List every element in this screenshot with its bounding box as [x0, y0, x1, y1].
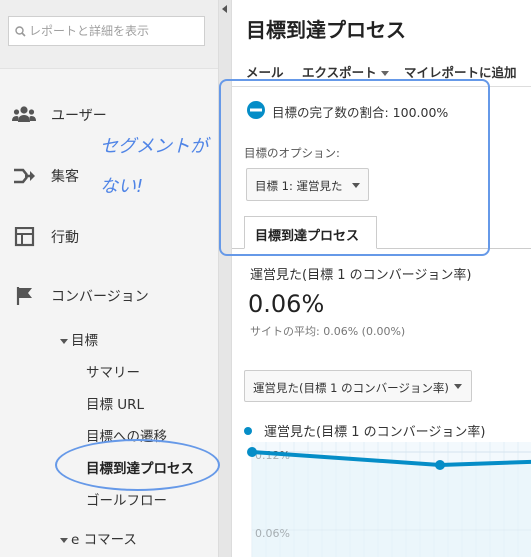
report-toolbar: メール エクスポート マイレポートに追加 — [232, 56, 531, 87]
site-average-label: サイトの平均: — [250, 325, 320, 338]
sidebar-item-goal-urls[interactable]: 目標 URL — [86, 393, 144, 413]
data-point[interactable] — [435, 460, 445, 470]
sidebar-item-label: コンバージョン — [51, 289, 149, 305]
expand-triangle-icon — [60, 338, 68, 344]
sidebar-item-goal-flow[interactable]: ゴールフロー — [86, 489, 167, 509]
metric-value: 0.06% — [248, 290, 325, 318]
add-to-my-reports-button[interactable]: マイレポートに追加 — [404, 62, 517, 81]
sidebar-item-label: 行動 — [51, 230, 79, 246]
metric-select[interactable]: 運営見た(目標 1 のコンバージョン率) — [244, 370, 472, 402]
sidebar-collapse-toggle[interactable] — [218, 0, 232, 557]
sidebar-item-conversions[interactable]: コンバージョン — [0, 279, 218, 313]
main-content: 目標到達プロセス メール エクスポート マイレポートに追加 目標の完了数の割合:… — [232, 0, 531, 557]
search-input[interactable] — [29, 19, 199, 43]
sidebar-item-goals-overview[interactable]: サマリー — [86, 361, 140, 381]
tab-funnel-visualization[interactable]: 目標到達プロセス — [244, 216, 377, 249]
sidebar-item-behavior[interactable]: 行動 — [0, 220, 218, 254]
email-button[interactable]: メール — [246, 62, 284, 81]
metric-select-value: 運営見た(目標 1 のコンバージョン率) — [253, 381, 449, 395]
sidebar-item-funnel-visualization[interactable]: 目標到達プロセス — [86, 457, 194, 477]
goal-option-value: 目標 1: 運営見た — [255, 179, 343, 193]
acquisition-icon — [14, 168, 35, 184]
sidebar-item-users[interactable]: ユーザー — [0, 98, 218, 132]
legend-label: 運営見た(目標 1 のコンバージョン率) — [264, 425, 486, 440]
metric-label: 運営見た(目標 1 のコンバージョン率) — [250, 268, 472, 283]
search-box[interactable] — [8, 16, 205, 46]
page-title: 目標到達プロセス — [246, 18, 406, 42]
series-area — [252, 452, 531, 557]
conversion-rate-chart: 0.12%0.06% — [247, 442, 531, 557]
goal-option-select[interactable]: 目標 1: 運営見た — [246, 168, 369, 201]
sidebar-search-area — [0, 0, 218, 69]
export-button[interactable]: エクスポート — [302, 62, 389, 81]
chevron-down-icon — [380, 71, 389, 76]
chevron-down-icon — [352, 183, 360, 188]
expand-triangle-icon — [60, 537, 68, 543]
sidebar-group-goals[interactable]: 目標 — [60, 329, 98, 349]
goal-option-label: 目標のオプション: — [244, 146, 340, 160]
flag-icon — [16, 287, 32, 305]
users-icon — [12, 106, 36, 122]
goal-completion-text: 目標の完了数の割合: 100.00% — [272, 105, 449, 120]
search-icon — [15, 26, 26, 37]
sidebar-group-label: e コマース — [71, 532, 137, 548]
site-average-value: 0.06% (0.00%) — [323, 325, 406, 338]
sidebar-group-label: 目標 — [71, 333, 98, 349]
sidebar-item-label: 集客 — [51, 169, 79, 185]
annotation-text-line1: セグメントが — [100, 136, 208, 157]
annotation-text-line2: ない! — [100, 176, 144, 197]
data-point[interactable] — [247, 447, 257, 457]
sidebar-item-reverse-goal-path[interactable]: 目標への遷移 — [86, 425, 167, 445]
sidebar-item-label: ユーザー — [51, 108, 107, 124]
collapse-arrow-icon — [222, 5, 227, 13]
legend-dot — [244, 427, 252, 435]
tab-label: 目標到達プロセス — [255, 229, 360, 244]
pie-chart-icon — [247, 101, 265, 119]
behavior-icon — [14, 227, 35, 247]
site-average: サイトの平均: 0.06% (0.00%) — [250, 323, 405, 339]
sidebar-group-ecommerce[interactable]: e コマース — [60, 528, 137, 548]
sidebar: ユーザー 集客 行動 コンバージョン 目標 サマリー 目標 URL 目標への遷移… — [0, 0, 232, 557]
chevron-down-icon — [454, 384, 462, 389]
export-label: エクスポート — [302, 65, 377, 80]
